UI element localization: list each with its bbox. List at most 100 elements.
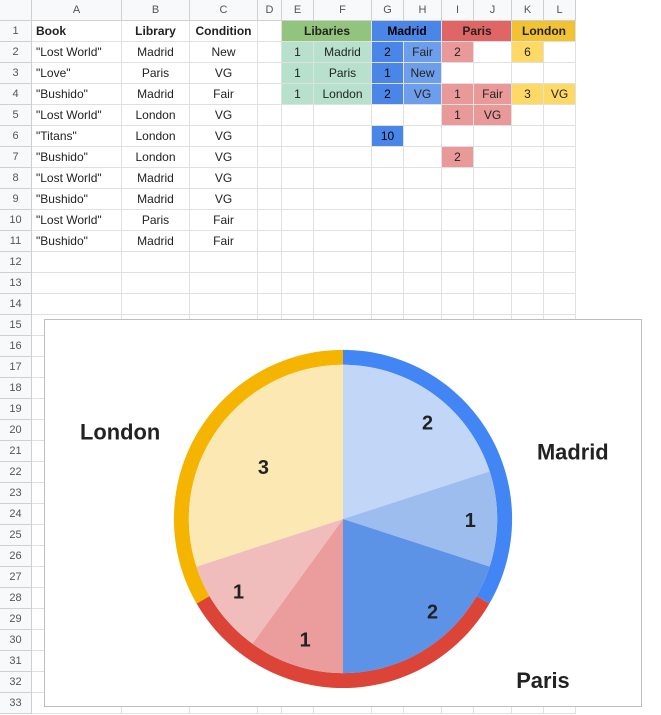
cell-L5[interactable]: [544, 105, 576, 126]
cell-H8[interactable]: [404, 168, 442, 189]
cell-J4[interactable]: Fair: [474, 84, 512, 105]
cell-H2[interactable]: Fair: [404, 42, 442, 63]
cell-H10[interactable]: [404, 210, 442, 231]
cell-G6[interactable]: 10: [372, 126, 404, 147]
cell-C2[interactable]: New: [190, 42, 258, 63]
row-header-26[interactable]: 26: [0, 546, 32, 567]
cell-B5[interactable]: London: [122, 105, 190, 126]
cell-E7[interactable]: [282, 147, 314, 168]
cell-B4[interactable]: Madrid: [122, 84, 190, 105]
cell-C14[interactable]: [190, 294, 258, 315]
cell-B1[interactable]: Library: [122, 21, 190, 42]
cell-C11[interactable]: Fair: [190, 231, 258, 252]
cell-A9[interactable]: "Bushido": [32, 189, 122, 210]
cell-G4[interactable]: 2: [372, 84, 404, 105]
cell-G1[interactable]: Madrid: [372, 21, 404, 42]
cell-K8[interactable]: [512, 168, 544, 189]
cell-A5[interactable]: "Lost World": [32, 105, 122, 126]
cell-H4[interactable]: VG: [404, 84, 442, 105]
cell-I3[interactable]: [442, 63, 474, 84]
row-header-13[interactable]: 13: [0, 273, 32, 294]
row-header-23[interactable]: 23: [0, 483, 32, 504]
cell-D6[interactable]: [258, 126, 282, 147]
cell-D4[interactable]: [258, 84, 282, 105]
cell-H5[interactable]: [404, 105, 442, 126]
cell-G9[interactable]: [372, 189, 404, 210]
cell-A2[interactable]: "Lost World": [32, 42, 122, 63]
cell-E14[interactable]: [282, 294, 314, 315]
cell-A14[interactable]: [32, 294, 122, 315]
cell-E6[interactable]: [282, 126, 314, 147]
cell-C6[interactable]: VG: [190, 126, 258, 147]
cell-D5[interactable]: [258, 105, 282, 126]
cell-B8[interactable]: Madrid: [122, 168, 190, 189]
cell-B3[interactable]: Paris: [122, 63, 190, 84]
cell-J3[interactable]: [474, 63, 512, 84]
cell-F3[interactable]: Paris: [314, 63, 372, 84]
cell-B7[interactable]: London: [122, 147, 190, 168]
cell-C10[interactable]: Fair: [190, 210, 258, 231]
cell-G10[interactable]: [372, 210, 404, 231]
cell-G7[interactable]: [372, 147, 404, 168]
cell-A12[interactable]: [32, 252, 122, 273]
select-all-corner[interactable]: [0, 0, 32, 21]
cell-D11[interactable]: [258, 231, 282, 252]
row-header-5[interactable]: 5: [0, 105, 32, 126]
cell-G14[interactable]: [372, 294, 404, 315]
row-header-7[interactable]: 7: [0, 147, 32, 168]
cell-K1[interactable]: London: [512, 21, 544, 42]
cell-B14[interactable]: [122, 294, 190, 315]
row-header-6[interactable]: 6: [0, 126, 32, 147]
cell-B13[interactable]: [122, 273, 190, 294]
col-header-G[interactable]: G: [372, 0, 404, 21]
cell-E5[interactable]: [282, 105, 314, 126]
cell-A1[interactable]: Book: [32, 21, 122, 42]
cell-D8[interactable]: [258, 168, 282, 189]
cell-D14[interactable]: [258, 294, 282, 315]
cell-K12[interactable]: [512, 252, 544, 273]
row-header-33[interactable]: 33: [0, 693, 32, 714]
cell-B9[interactable]: Madrid: [122, 189, 190, 210]
cell-I5[interactable]: 1: [442, 105, 474, 126]
row-header-22[interactable]: 22: [0, 462, 32, 483]
cell-F14[interactable]: [314, 294, 372, 315]
cell-L6[interactable]: [544, 126, 576, 147]
cell-H12[interactable]: [404, 252, 442, 273]
row-header-16[interactable]: 16: [0, 336, 32, 357]
cell-F7[interactable]: [314, 147, 372, 168]
cell-L13[interactable]: [544, 273, 576, 294]
cell-A13[interactable]: [32, 273, 122, 294]
cell-D1[interactable]: [258, 21, 282, 42]
cell-A10[interactable]: "Lost World": [32, 210, 122, 231]
row-header-20[interactable]: 20: [0, 420, 32, 441]
pie-chart[interactable]: 2 1 2 1 1 3 Madrid Paris London: [44, 319, 642, 707]
row-header-27[interactable]: 27: [0, 567, 32, 588]
cell-B2[interactable]: Madrid: [122, 42, 190, 63]
cell-D13[interactable]: [258, 273, 282, 294]
cell-L9[interactable]: [544, 189, 576, 210]
cell-L3[interactable]: [544, 63, 576, 84]
cell-H14[interactable]: [404, 294, 442, 315]
cell-A3[interactable]: "Love": [32, 63, 122, 84]
cell-L12[interactable]: [544, 252, 576, 273]
cell-I10[interactable]: [442, 210, 474, 231]
cell-J8[interactable]: [474, 168, 512, 189]
cell-K4[interactable]: 3: [512, 84, 544, 105]
cell-F13[interactable]: [314, 273, 372, 294]
col-header-H[interactable]: H: [404, 0, 442, 21]
row-header-11[interactable]: 11: [0, 231, 32, 252]
cell-I4[interactable]: 1: [442, 84, 474, 105]
col-header-E[interactable]: E: [282, 0, 314, 21]
row-header-2[interactable]: 2: [0, 42, 32, 63]
cell-B12[interactable]: [122, 252, 190, 273]
cell-K2[interactable]: 6: [512, 42, 544, 63]
col-header-C[interactable]: C: [190, 0, 258, 21]
cell-B6[interactable]: London: [122, 126, 190, 147]
row-header-14[interactable]: 14: [0, 294, 32, 315]
cell-K10[interactable]: [512, 210, 544, 231]
row-header-32[interactable]: 32: [0, 672, 32, 693]
cell-D10[interactable]: [258, 210, 282, 231]
cell-C4[interactable]: Fair: [190, 84, 258, 105]
cell-E4[interactable]: 1: [282, 84, 314, 105]
cell-C12[interactable]: [190, 252, 258, 273]
